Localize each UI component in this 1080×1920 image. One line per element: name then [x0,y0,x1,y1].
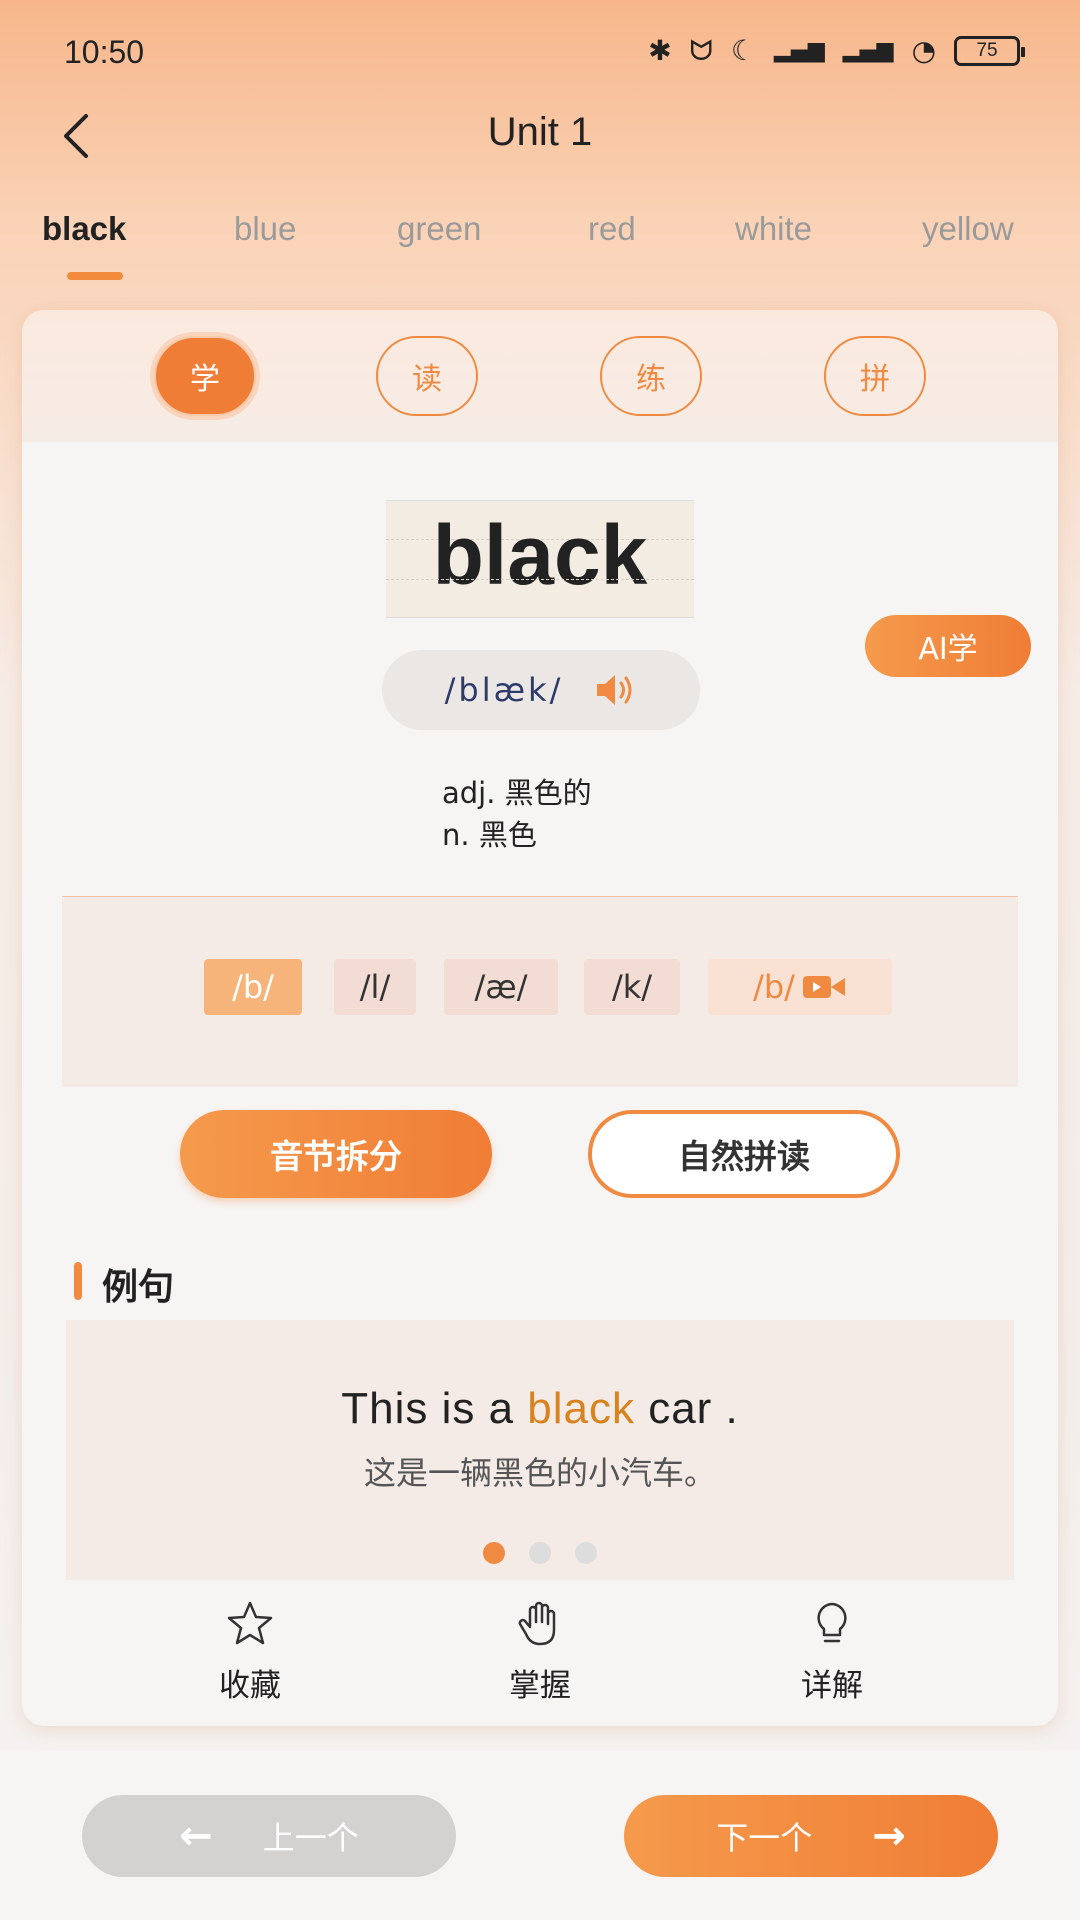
signal-2-icon: ▂▄▆ [842,38,894,63]
previous-button[interactable]: ← 上一个 [82,1795,456,1877]
status-icons: ✱ ᗢ ☾ ▂▄▆ ▂▄▆ ◔ 75 [648,34,1025,67]
example-sentence-zh: 这是一辆黑色的小汽车。 [363,1454,716,1492]
active-tab-indicator [67,272,123,280]
phoneme-chip[interactable]: /l/ [334,959,416,1015]
carousel-dots [66,1542,1014,1564]
status-bar: 10:50 ✱ ᗢ ☾ ▂▄▆ ▂▄▆ ◔ 75 [0,0,1080,110]
battery-icon: 75 [954,36,1025,66]
syllable-split-button[interactable]: 音节拆分 [180,1110,492,1198]
phoneme-chip[interactable]: /k/ [584,959,680,1015]
arrow-left-icon: ← [179,1813,213,1859]
tab-white[interactable]: white [735,210,812,248]
natural-phonics-button[interactable]: 自然拼读 [588,1110,900,1198]
example-sentence-en: This is a black car . [66,1384,1014,1434]
mode-read-button[interactable]: 读 [376,336,478,416]
page-title: Unit 1 [487,110,593,154]
meaning-line: n. 黑色 [442,818,537,852]
carousel-dot[interactable] [575,1542,597,1564]
tab-blue[interactable]: blue [234,210,296,248]
phoneme-chip[interactable]: /æ/ [444,959,558,1015]
video-icon [802,976,845,998]
arrow-right-icon: → [872,1813,906,1859]
master-label: 掌握 [509,1668,571,1704]
next-label: 下一个 [716,1819,813,1857]
example-text: This is a [341,1384,528,1433]
tab-black[interactable]: black [42,210,126,248]
favorite-label: 收藏 [219,1668,281,1704]
ai-learn-button[interactable]: AI学 [865,615,1031,677]
word-box: black [386,500,694,618]
phonetic-text: /blæk/ [444,671,564,709]
signal-icon: ▂▄▆ [774,38,825,63]
wifi-icon: ◔ [911,34,936,67]
phoneme-video-label: /b/ [753,968,795,1006]
word-tabs: black blue green red white yellow [0,210,1080,280]
headset-icon: ᗢ [689,34,713,67]
phonetic-pill[interactable]: /blæk/ [382,650,700,730]
mode-learn-button[interactable]: 学 [154,336,256,416]
mode-bar: 学 读 练 拼 [22,310,1058,442]
hand-icon [518,1601,556,1646]
word-card: 学 读 练 拼 black AI学 /blæk/ adj. 黑色的 n. 黑色 … [22,310,1058,1726]
star-icon [227,1601,273,1645]
phoneme-area: /b/ /l/ /æ/ /k/ /b/ [62,897,1018,1087]
example-section-title: 例句 [102,1267,175,1308]
word-text: black [432,508,648,602]
detail-label: 详解 [801,1668,863,1704]
phoneme-video-chip[interactable]: /b/ [708,959,892,1015]
example-carousel[interactable]: This is a black car . 这是一辆黑色的小汽车。 [66,1320,1014,1580]
example-keyword: black [527,1384,635,1433]
section-marker [74,1262,82,1300]
detail-action[interactable]: 详解 [752,1598,912,1705]
lightbulb-icon [817,1602,847,1643]
carousel-dot[interactable] [483,1542,505,1564]
mode-practice-button[interactable]: 练 [600,336,702,416]
status-time: 10:50 [64,34,145,70]
carousel-dot[interactable] [529,1542,551,1564]
example-text: car . [634,1384,739,1433]
mode-spell-button[interactable]: 拼 [824,336,926,416]
phoneme-chip[interactable]: /b/ [204,959,302,1015]
favorite-action[interactable]: 收藏 [170,1598,330,1705]
next-button[interactable]: 下一个 → [624,1795,998,1877]
tab-red[interactable]: red [588,210,636,248]
meaning-line: adj. 黑色的 [442,776,592,810]
previous-label: 上一个 [262,1819,359,1857]
master-action[interactable]: 掌握 [460,1598,620,1705]
tab-green[interactable]: green [397,210,481,248]
bluetooth-icon: ✱ [648,34,672,67]
tab-yellow[interactable]: yellow [922,210,1014,248]
moon-icon: ☾ [730,34,757,67]
speaker-icon[interactable] [593,670,637,710]
